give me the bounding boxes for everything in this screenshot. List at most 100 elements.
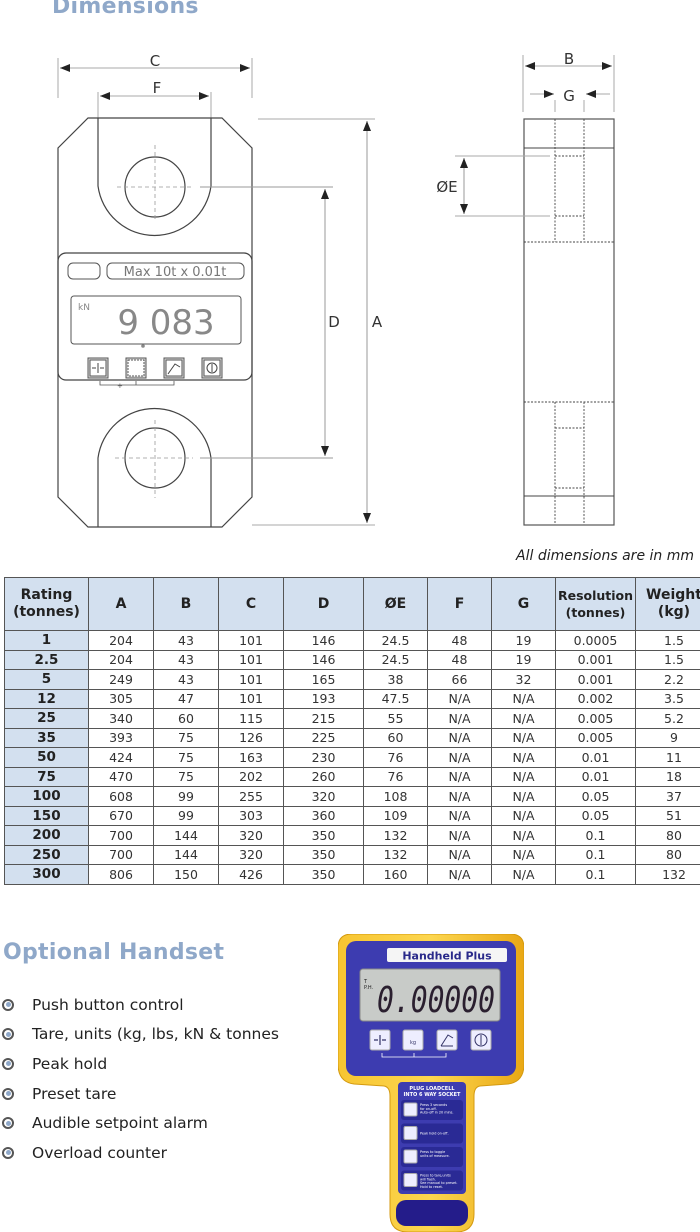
column-header-text: ØE xyxy=(384,595,407,612)
table-cell: N/A xyxy=(491,786,556,807)
table-cell: 5.2 xyxy=(635,708,700,729)
brand-label: Handheld Plus xyxy=(402,950,492,963)
column-header-text: Weight xyxy=(646,587,700,603)
table-cell: 700 xyxy=(88,825,154,846)
table-cell: 426 xyxy=(218,864,284,885)
column-header: Rating (tonnes) xyxy=(4,577,89,631)
table-cell: 0.0005 xyxy=(555,630,636,651)
table-cell: 0.1 xyxy=(555,825,636,846)
feature-text: Peak hold xyxy=(32,1054,108,1073)
feature-item: Peak hold xyxy=(0,1049,279,1079)
table-cell: 0.005 xyxy=(555,727,636,748)
label-c: C xyxy=(150,52,160,70)
handset-units-button[interactable]: kg xyxy=(402,1029,424,1051)
table-cell: 48 xyxy=(427,630,492,651)
column-header: Weight (kg) xyxy=(635,577,700,631)
handset-tare-button[interactable] xyxy=(369,1029,391,1051)
table-cell: 75 xyxy=(153,766,219,787)
table-cell: 47 xyxy=(153,688,219,709)
label-d: D xyxy=(328,313,340,331)
column-header: B xyxy=(153,577,219,631)
rating-cell: 200 xyxy=(4,825,89,846)
table-cell: 204 xyxy=(88,649,154,670)
table-cell: 320 xyxy=(218,825,284,846)
table-row: 12 305 47 101 193 47.5 N/A N/A 0.002 3.5 xyxy=(4,688,700,709)
dimension-drawing: C F Max 10t x 0.01t kN 9 083 + D A B G Ø… xyxy=(57,50,615,528)
table-cell: 255 xyxy=(218,786,284,807)
table-row: 2.5 204 43 101 146 24.5 48 19 0.001 1.5 xyxy=(4,649,700,670)
column-header: D xyxy=(283,577,364,631)
rating-cell: 25 xyxy=(4,708,89,729)
table-cell: 0.01 xyxy=(555,766,636,787)
table-cell: N/A xyxy=(491,844,556,865)
table-cell: 75 xyxy=(153,727,219,748)
table-cell: 101 xyxy=(218,669,284,690)
table-cell: 144 xyxy=(153,825,219,846)
peak-hold-button-icon xyxy=(163,357,185,379)
table-cell: 608 xyxy=(88,786,154,807)
dimension-d: D xyxy=(200,186,340,459)
instruction-item: Press 3 secondsfor on-off.Auto-off in 20… xyxy=(401,1100,463,1120)
table-cell: 55 xyxy=(363,708,428,729)
table-cell: N/A xyxy=(491,805,556,826)
handset-power-button[interactable] xyxy=(470,1029,492,1051)
table-cell: 47.5 xyxy=(363,688,428,709)
table-cell: 19 xyxy=(491,649,556,670)
table-cell: 0.005 xyxy=(555,708,636,729)
bullet-icon xyxy=(2,1028,14,1041)
table-cell: 350 xyxy=(283,825,364,846)
unit-label: kN xyxy=(78,303,90,313)
bullet-icon xyxy=(2,1146,14,1159)
feature-text: Tare, units (kg, lbs, kN & tonnes xyxy=(32,1025,279,1044)
table-cell: 37 xyxy=(635,786,700,807)
device-display: Max 10t x 0.01t kN 9 083 + xyxy=(67,262,245,390)
column-header-text: G xyxy=(517,595,530,612)
table-cell: 101 xyxy=(218,649,284,670)
table-cell: 0.001 xyxy=(555,649,636,670)
column-header-text: D xyxy=(317,595,330,612)
power-button-icon xyxy=(201,357,223,379)
table-cell: 108 xyxy=(363,786,428,807)
power-icon xyxy=(403,1102,418,1117)
column-header: F xyxy=(427,577,492,631)
label-b: B xyxy=(564,50,574,68)
feature-list: Push button control Tare, units (kg, lbs,… xyxy=(0,990,279,1168)
handset-peak-hold-button[interactable] xyxy=(436,1029,458,1051)
table-cell: 0.1 xyxy=(555,844,636,865)
rating-cell: 1 xyxy=(4,630,89,651)
socket-label-2: INTO 6 WAY SOCKET xyxy=(404,1092,462,1098)
rating-cell: 2.5 xyxy=(4,649,89,670)
table-row: 100 608 99 255 320 108 N/A N/A 0.05 37 xyxy=(4,786,700,807)
table-cell: 24.5 xyxy=(363,649,428,670)
table-cell: N/A xyxy=(491,688,556,709)
table-cell: 193 xyxy=(283,688,364,709)
table-cell: N/A xyxy=(427,747,492,768)
table-cell: 249 xyxy=(88,669,154,690)
table-cell: N/A xyxy=(427,688,492,709)
tare-icon xyxy=(403,1173,418,1187)
table-row: 75 470 75 202 260 76 N/A N/A 0.01 18 xyxy=(4,766,700,787)
instruction-item: Press to toggleunits of measure. xyxy=(401,1147,463,1167)
column-header: G xyxy=(491,577,556,631)
table-cell: 2.2 xyxy=(635,669,700,690)
table-cell: 0.001 xyxy=(555,669,636,690)
rating-cell: 12 xyxy=(4,688,89,709)
instruction-item: Peak hold on-off. xyxy=(401,1123,463,1144)
units-icon xyxy=(403,1149,418,1164)
table-cell: 305 xyxy=(88,688,154,709)
table-row: 300 806 150 426 350 160 N/A N/A 0.1 132 xyxy=(4,864,700,885)
table-cell: 700 xyxy=(88,844,154,865)
table-cell: 150 xyxy=(153,864,219,885)
column-header-text: C xyxy=(245,595,257,612)
feature-text: Push button control xyxy=(32,995,184,1014)
table-cell: 101 xyxy=(218,630,284,651)
table-cell: 303 xyxy=(218,805,284,826)
table-cell: 204 xyxy=(88,630,154,651)
handset-title: Optional Handset xyxy=(3,940,225,965)
table-row: 35 393 75 126 225 60 N/A N/A 0.005 9 xyxy=(4,727,700,748)
rating-cell: 50 xyxy=(4,747,89,768)
table-cell: 101 xyxy=(218,688,284,709)
table-row: 200 700 144 320 350 132 N/A N/A 0.1 80 xyxy=(4,825,700,846)
table-cell: 109 xyxy=(363,805,428,826)
table-cell: N/A xyxy=(491,766,556,787)
